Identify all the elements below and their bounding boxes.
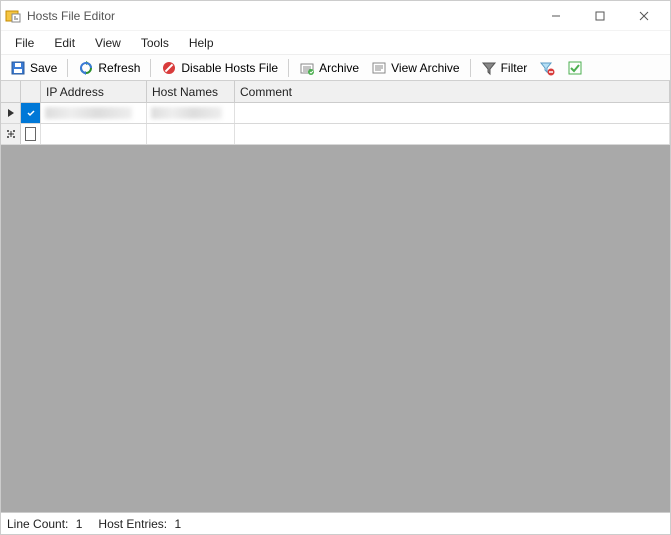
- disable-icon: [161, 60, 177, 76]
- new-row-icon: [6, 129, 16, 139]
- toolbar: Save Refresh Disable Hosts File Archive …: [1, 55, 670, 81]
- close-button[interactable]: [622, 2, 666, 30]
- menu-edit[interactable]: Edit: [44, 33, 85, 53]
- window-controls: [534, 2, 666, 30]
- menu-bar: File Edit View Tools Help: [1, 31, 670, 55]
- grid-empty-area[interactable]: [1, 145, 670, 512]
- header-indicator[interactable]: [1, 81, 21, 102]
- line-count-value: 1: [76, 517, 83, 531]
- menu-tools[interactable]: Tools: [131, 33, 179, 53]
- row-indicator: [1, 103, 21, 123]
- view-archive-icon: [371, 60, 387, 76]
- archive-button[interactable]: Archive: [294, 57, 364, 79]
- status-line-count: Line Count: 1: [7, 517, 82, 531]
- checkbox-icon: [25, 127, 36, 141]
- table-new-row[interactable]: [1, 124, 670, 145]
- row-indicator: [1, 124, 21, 144]
- cell-comment[interactable]: [235, 124, 670, 144]
- cell-comment[interactable]: [235, 103, 670, 123]
- save-icon: [10, 60, 26, 76]
- minimize-button[interactable]: [534, 2, 578, 30]
- apply-button[interactable]: [562, 57, 588, 79]
- refresh-button[interactable]: Refresh: [73, 57, 145, 79]
- archive-label: Archive: [319, 61, 359, 75]
- redacted-text: [45, 107, 132, 119]
- disable-hosts-label: Disable Hosts File: [181, 61, 278, 75]
- app-icon: [5, 8, 21, 24]
- header-hosts[interactable]: Host Names: [147, 81, 235, 102]
- redacted-text: [151, 107, 222, 119]
- filter-icon: [481, 60, 497, 76]
- window-title: Hosts File Editor: [27, 9, 534, 23]
- view-archive-button[interactable]: View Archive: [366, 57, 464, 79]
- header-ip[interactable]: IP Address: [41, 81, 147, 102]
- cell-hosts[interactable]: [147, 124, 235, 144]
- disable-hosts-button[interactable]: Disable Hosts File: [156, 57, 283, 79]
- maximize-button[interactable]: [578, 2, 622, 30]
- header-checkbox[interactable]: [21, 81, 41, 102]
- check-icon: [567, 60, 583, 76]
- archive-icon: [299, 60, 315, 76]
- filter-button[interactable]: Filter: [476, 57, 533, 79]
- row-checkbox-cell[interactable]: [21, 103, 41, 123]
- checkbox-icon: [25, 106, 37, 120]
- status-bar: Line Count: 1 Host Entries: 1: [1, 512, 670, 534]
- header-comment[interactable]: Comment: [235, 81, 670, 102]
- separator: [470, 59, 471, 77]
- refresh-icon: [78, 60, 94, 76]
- filter-label: Filter: [501, 61, 528, 75]
- current-row-icon: [7, 108, 15, 118]
- separator: [67, 59, 68, 77]
- remove-filter-icon: [539, 60, 555, 76]
- data-grid: IP Address Host Names Comment: [1, 81, 670, 145]
- menu-help[interactable]: Help: [179, 33, 224, 53]
- save-button[interactable]: Save: [5, 57, 62, 79]
- host-entries-value: 1: [174, 517, 181, 531]
- menu-file[interactable]: File: [5, 33, 44, 53]
- separator: [288, 59, 289, 77]
- separator: [150, 59, 151, 77]
- host-entries-label: Host Entries:: [98, 517, 167, 531]
- status-host-entries: Host Entries: 1: [98, 517, 181, 531]
- title-bar: Hosts File Editor: [1, 1, 670, 31]
- remove-filter-button[interactable]: [534, 57, 560, 79]
- menu-view[interactable]: View: [85, 33, 131, 53]
- grid-header: IP Address Host Names Comment: [1, 81, 670, 103]
- cell-hosts[interactable]: [147, 103, 235, 123]
- row-checkbox-cell[interactable]: [21, 124, 41, 144]
- table-row[interactable]: [1, 103, 670, 124]
- save-label: Save: [30, 61, 57, 75]
- refresh-label: Refresh: [98, 61, 140, 75]
- line-count-label: Line Count:: [7, 517, 68, 531]
- cell-ip[interactable]: [41, 103, 147, 123]
- cell-ip[interactable]: [41, 124, 147, 144]
- view-archive-label: View Archive: [391, 61, 459, 75]
